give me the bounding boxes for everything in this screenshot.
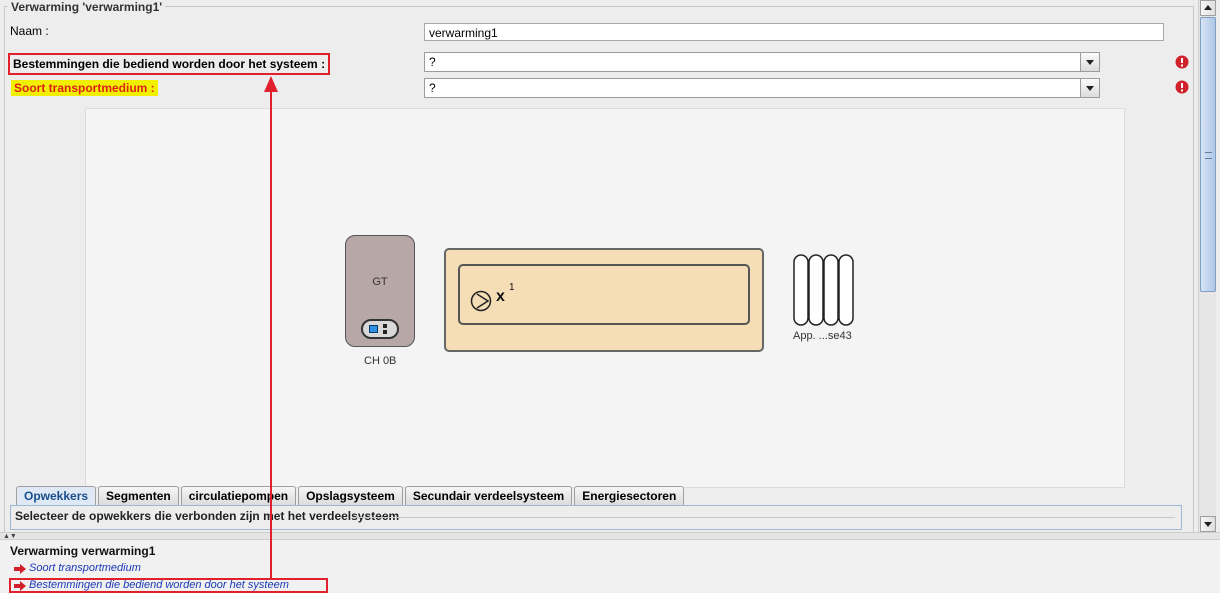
tab-opslagsysteem[interactable]: Opslagsysteem [298,486,403,505]
boiler-unit[interactable]: GT [345,235,415,347]
tab-opwekkers[interactable]: Opwekkers [16,486,97,505]
soort-combo-value: ? [429,81,436,95]
soort-transportmedium-label: Soort transportmedium : [11,80,158,96]
exclamation-circle-icon [1175,80,1189,94]
boiler-name: CH 0B [364,355,397,367]
chevron-down-icon[interactable] [1080,79,1099,97]
tab-circulatiepompen[interactable]: circulatiepompen [180,486,297,505]
exclamation-circle-icon [1175,55,1189,69]
tab-secundair-verdeelsysteem[interactable]: Secundair verdeelsysteem [404,486,573,505]
bestemmingen-label: Bestemmingen die bediend worden door het… [7,53,331,75]
scroll-down-icon[interactable] [1200,516,1216,532]
annotation-highlight-box [9,578,328,593]
issue-text: Soort transportmedium [29,562,141,574]
split-pane-divider[interactable]: ▲▼ [0,532,1220,540]
pump-icon [470,290,492,312]
scroll-thumb[interactable] [1200,17,1216,292]
tab-energiesectoren[interactable]: Energiesectoren [574,486,685,505]
boiler-code: GT [372,276,388,288]
pump-symbol: x [496,288,505,305]
issue-link-soort-transportmedium[interactable]: Soort transportmedium [14,562,141,574]
tab-segmenten[interactable]: Segmenten [98,486,179,505]
system-diagram-canvas[interactable]: GT CH 0B x 1 App. ...se43 [85,108,1125,488]
group-title: Verwarming 'verwarming1' [8,0,166,14]
tab-bar: Opwekkers Segmenten circulatiepompen Ops… [16,486,686,505]
bestemmingen-combo[interactable]: ? [424,52,1100,72]
chevron-down-icon[interactable] [1080,53,1099,71]
soort-transportmedium-combo[interactable]: ? [424,78,1100,98]
scroll-up-icon[interactable] [1200,0,1216,16]
naam-input[interactable]: verwarming1 [424,23,1164,41]
distribution-segment[interactable]: x 1 [458,264,750,325]
divider [353,517,1175,518]
collapse-arrows-icon[interactable]: ▲▼ [3,533,17,540]
tab-panel: Selecteer de opwekkers die verbonden zij… [10,505,1182,530]
pump-count: 1 [509,282,515,293]
boiler-control-icon [361,319,399,339]
naam-label: Naam : [10,24,49,38]
bestemmingen-combo-value: ? [429,55,436,69]
red-arrow-icon [14,564,26,574]
radiator-icon[interactable] [793,254,857,326]
radiator-label: App. ...se43 [793,330,852,342]
tab-panel-title: Selecteer de opwekkers die verbonden zij… [15,509,400,523]
validation-title: Verwarming verwarming1 [10,544,156,558]
distribution-system[interactable]: x 1 [444,248,764,352]
vertical-scrollbar[interactable] [1198,0,1216,532]
